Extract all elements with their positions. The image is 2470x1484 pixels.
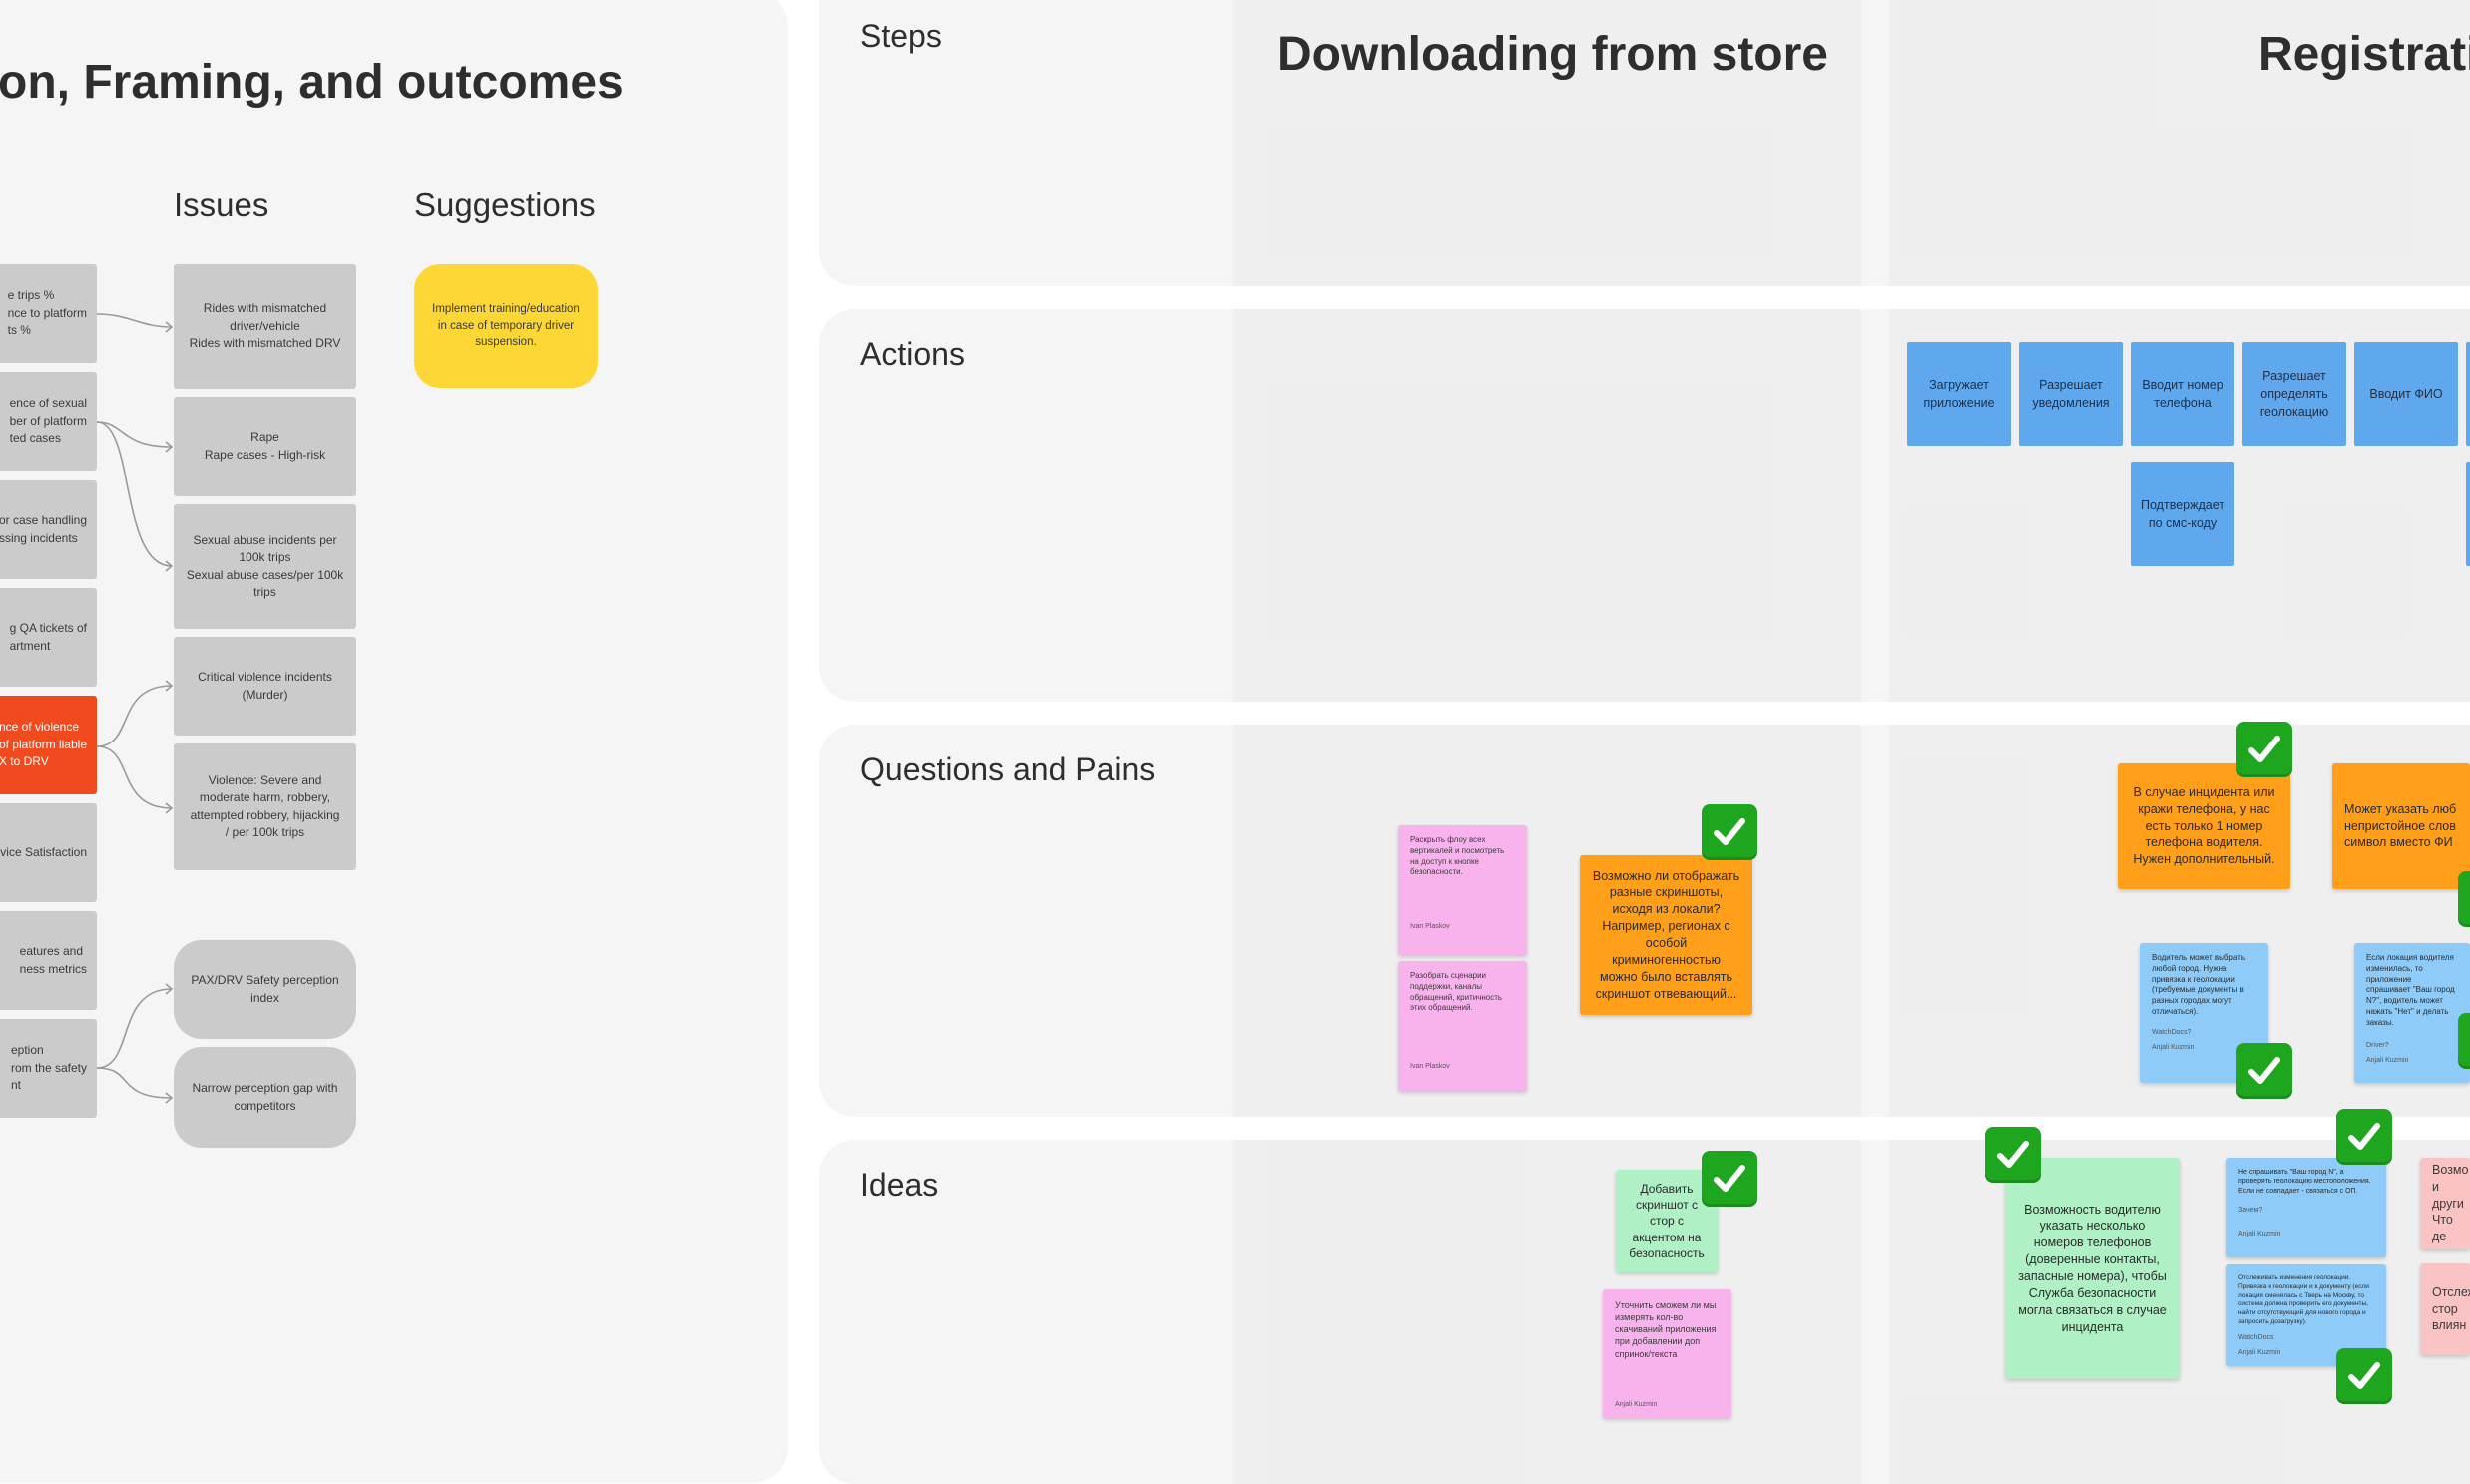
metric-card[interactable]: ence of sexual ber of platform ted cases	[0, 372, 97, 471]
action-card[interactable]: Разрешает определять геолокацию	[2242, 342, 2346, 446]
check-mark-icon	[2336, 1348, 2392, 1404]
action-card[interactable]	[2466, 342, 2470, 446]
sticky-note-pink-light[interactable]: Возмо и други Что де	[2420, 1158, 2470, 1249]
check-mark-icon	[2458, 1013, 2470, 1069]
metric-card[interactable]: vice Satisfaction	[0, 803, 97, 902]
issue-card[interactable]: Sexual abuse incidents per 100k trips Se…	[174, 504, 356, 629]
metric-card[interactable]: eption rom the safety nt	[0, 1019, 97, 1118]
row-gap	[819, 1117, 2470, 1140]
row-header-ideas: Ideas	[860, 1167, 939, 1203]
action-card[interactable]: Загружает приложение	[1907, 342, 2011, 446]
metric-card[interactable]: g QA tickets of artment	[0, 588, 97, 687]
step-title-registration: Registrati	[2258, 28, 2470, 81]
action-card[interactable]: Подтверждает по смс-коду	[2131, 462, 2234, 566]
check-mark-icon	[1702, 804, 1757, 860]
sticky-note-pink-light[interactable]: Отслеж стор влиян	[2420, 1263, 2470, 1355]
issue-card[interactable]: Rape Rape cases - High-risk	[174, 397, 356, 496]
issue-card[interactable]: Critical violence incidents (Murder)	[174, 637, 356, 736]
issue-card[interactable]: PAX/DRV Safety perception index	[174, 940, 356, 1039]
sticky-note-orange[interactable]: В случае инцидента или кражи телефона, у…	[2118, 763, 2290, 889]
row-gap	[819, 702, 2470, 725]
sticky-note-orange[interactable]: Возможно ли отображать разные скриншоты,…	[1580, 855, 1752, 1015]
metric-card-highlighted[interactable]: nce of violence of platform liable X to …	[0, 696, 97, 794]
check-mark-icon	[2236, 1043, 2292, 1099]
step-title-downloading: Downloading from store	[1277, 28, 1828, 81]
sticky-note-pink[interactable]: Разобрать сценарии поддержки, каналы обр…	[1398, 961, 1527, 1091]
sticky-note-green[interactable]: Возможность водителю указать несколько н…	[2005, 1158, 2180, 1379]
action-card[interactable]: Вводит ФИО	[2354, 342, 2458, 446]
sticky-note-pink[interactable]: Раскрыть флоу всех вертикалей и посмотре…	[1398, 825, 1527, 955]
action-card[interactable]: Вводит номер телефона	[2131, 342, 2234, 446]
issue-card[interactable]: Rides with mismatched driver/vehicle Rid…	[174, 264, 356, 389]
suggestion-card[interactable]: Implement training/education in case of …	[414, 264, 598, 388]
check-mark-icon	[2236, 722, 2292, 777]
issue-card[interactable]: Violence: Severe and moderate harm, robb…	[174, 743, 356, 870]
sticky-note-pink[interactable]: Уточнить сможем ли мы измерять кол-во ск…	[1603, 1289, 1731, 1418]
suggestions-header: Suggestions	[414, 186, 596, 223]
row-header-steps: Steps	[860, 18, 942, 54]
check-mark-icon	[1985, 1127, 2041, 1183]
row-header-questions: Questions and Pains	[860, 751, 1156, 787]
metric-card[interactable]: or case handling ssing incidents	[0, 480, 97, 579]
sticky-note-blue[interactable]: Не спрашивать "Ваш город N", а проверять…	[2226, 1158, 2386, 1257]
row-header-actions: Actions	[860, 336, 965, 372]
issues-header: Issues	[174, 186, 269, 223]
check-mark-icon	[2458, 871, 2470, 927]
action-card[interactable]: Разрешает уведомления	[2019, 342, 2123, 446]
column-downloading	[1233, 0, 1861, 1484]
metric-card[interactable]: eatures and ness metrics	[0, 911, 97, 1010]
action-card[interactable]	[2466, 462, 2470, 566]
sticky-note-orange[interactable]: Может указать люб непристойное слов симв…	[2332, 763, 2470, 889]
column-registration	[1889, 0, 2470, 1484]
row-gap	[819, 286, 2470, 309]
issue-card[interactable]: Narrow perception gap with competitors	[174, 1047, 356, 1148]
check-mark-icon	[2336, 1109, 2392, 1165]
sticky-note-blue[interactable]: Если локация водителя изменилась, то при…	[2354, 943, 2470, 1083]
metric-card[interactable]: e trips % nce to platform ts %	[0, 264, 97, 363]
check-mark-icon	[1702, 1151, 1757, 1207]
